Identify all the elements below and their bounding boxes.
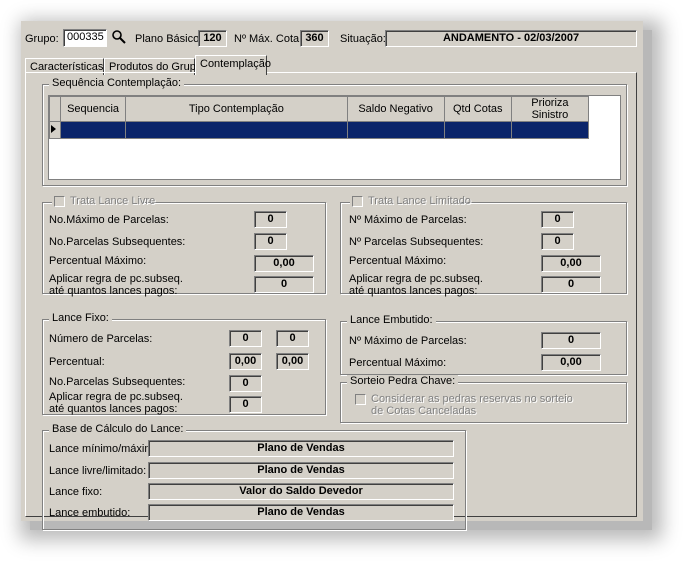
lance-embutido-max-parcelas-value: 0 — [541, 332, 601, 349]
sequencia-title: Sequência Contemplação: — [49, 77, 185, 89]
lance-fixo-parcelas-subseq-value: 0 — [229, 375, 262, 392]
lance-livre-regra-label-1: Aplicar regra de pc.subseq. — [49, 273, 183, 285]
table-cell[interactable] — [443, 121, 512, 139]
lance-livre-max-parcelas-value: 0 — [254, 211, 287, 228]
base-calculo-value-lance-fixo: Valor do Saldo Devedor — [148, 483, 454, 500]
lance-fixo-group: Lance Fixo: Número de Parcelas: 0 0 Perc… — [42, 312, 326, 415]
tab-contemplacao[interactable]: Contemplação — [195, 55, 271, 75]
lance-embutido-percentual-value: 0,00 — [541, 354, 601, 371]
base-calculo-group: Base de Cálculo do Lance: Lance mínimo/m… — [42, 423, 466, 530]
lance-livre-regra-label-2: até quantos lances pagos: — [49, 285, 178, 297]
base-calculo-value-lance-livre: Plano de Vendas — [148, 462, 454, 479]
grupo-label: Grupo: — [25, 33, 59, 45]
table-cell[interactable] — [346, 121, 445, 139]
lance-limitado-max-parcelas-value: 0 — [541, 211, 574, 228]
lance-fixo-percentual-label: Percentual: — [49, 356, 105, 368]
base-calculo-label-lance-fixo: Lance fixo: — [49, 486, 103, 498]
lance-fixo-num-parcelas-label: Número de Parcelas: — [49, 333, 153, 345]
column-header-tipo-contemplacao[interactable]: Tipo Contemplação — [125, 96, 348, 122]
lance-livre-checkbox[interactable] — [54, 196, 65, 207]
lance-livre-header: Trata Lance Livre — [52, 195, 155, 209]
lance-fixo-percentual-2: 0,00 — [276, 353, 309, 370]
lance-livre-parcelas-subseq-label: No.Parcelas Subsequentes: — [49, 236, 186, 248]
lance-limitado-max-parcelas-label: Nº Máximo de Parcelas: — [349, 214, 467, 226]
search-icon[interactable] — [111, 29, 127, 45]
sequencia-table: Sequencia Tipo Contemplação Saldo Negati… — [48, 96, 590, 139]
situacao-value: ANDAMENTO - 02/03/2007 — [385, 30, 637, 47]
base-calculo-label-lance-livre: Lance livre/limitado: — [49, 465, 147, 477]
lance-livre-title: Trata Lance Livre — [70, 195, 156, 207]
lance-fixo-title: Lance Fixo: — [49, 312, 112, 324]
table-row[interactable] — [48, 121, 590, 139]
base-calculo-value-lance-min-max: Plano de Vendas — [148, 440, 454, 457]
lance-limitado-regra-value: 0 — [541, 276, 601, 293]
lance-fixo-percentual-1: 0,00 — [229, 353, 262, 370]
lance-limitado-regra-label-1: Aplicar regra de pc.subseq. — [349, 273, 483, 285]
lance-fixo-regra-label-1: Aplicar regra de pc.subseq. — [49, 391, 183, 403]
lance-fixo-num-parcelas-1: 0 — [229, 330, 262, 347]
grupo-input[interactable]: 000335 — [63, 29, 107, 47]
lance-livre-regra-value: 0 — [254, 276, 314, 293]
lance-limitado-checkbox[interactable] — [352, 196, 363, 207]
situacao-label: Situação: — [340, 33, 386, 45]
lance-limitado-title: Trata Lance Limitado — [368, 195, 471, 207]
lance-embutido-percentual-label: Percentual Máximo: — [349, 357, 447, 369]
lance-fixo-parcelas-subseq-label: No.Parcelas Subsequentes: — [49, 376, 186, 388]
lance-livre-parcelas-subseq-value: 0 — [254, 233, 287, 250]
lance-livre-max-parcelas-label: No.Máximo de Parcelas: — [49, 214, 169, 226]
lance-fixo-num-parcelas-2: 0 — [276, 330, 309, 347]
column-header-sequencia[interactable]: Sequencia — [60, 96, 127, 122]
base-calculo-title: Base de Cálculo do Lance: — [49, 423, 187, 435]
base-calculo-value-lance-embutido: Plano de Vendas — [148, 504, 454, 521]
lance-livre-percentual-label: Percentual Máximo: — [49, 255, 147, 267]
lance-limitado-header: Trata Lance Limitado — [350, 195, 471, 209]
contemplacao-window: Grupo: 000335 Plano Básico: 120 Nº Máx. … — [21, 21, 643, 530]
sorteio-check-label-1: Considerar as pedras reservas no sorteio — [371, 393, 573, 405]
lance-limitado-percentual-label: Percentual Máximo: — [349, 255, 447, 267]
max-cota-value: 360 — [300, 30, 329, 47]
lance-livre-group: Trata Lance Livre No.Máximo de Parcelas:… — [42, 195, 326, 297]
sorteio-title: Sorteio Pedra Chave: — [347, 375, 459, 387]
indicator-header — [48, 96, 62, 122]
sequencia-grid[interactable]: Sequencia Tipo Contemplação Saldo Negati… — [48, 95, 621, 180]
table-header-row: Sequencia Tipo Contemplação Saldo Negati… — [48, 96, 590, 122]
tab-page-contemplacao: Sequência Contemplação: Sequencia Tipo C… — [25, 72, 637, 530]
lance-livre-percentual-value: 0,00 — [254, 255, 314, 272]
plano-basico-label: Plano Básico: — [135, 33, 203, 45]
base-calculo-label-lance-embutido: Lance embutido: — [49, 507, 131, 519]
max-cota-label: Nº Máx. Cota: — [234, 33, 303, 45]
table-cell[interactable] — [125, 121, 348, 139]
table-cell[interactable] — [60, 121, 127, 139]
lance-fixo-regra-value: 0 — [229, 396, 262, 413]
table-cell[interactable] — [510, 121, 590, 139]
plano-basico-value: 120 — [198, 30, 227, 47]
sorteio-checkbox[interactable] — [355, 394, 366, 405]
lance-embutido-group: Lance Embutido: Nº Máximo de Parcelas: 0… — [340, 314, 627, 375]
lance-limitado-group: Trata Lance Limitado Nº Máximo de Parcel… — [340, 195, 627, 297]
lance-embutido-title: Lance Embutido: — [347, 314, 436, 326]
lance-limitado-parcelas-subseq-value: 0 — [541, 233, 574, 250]
lance-limitado-percentual-value: 0,00 — [541, 255, 601, 272]
sequencia-group: Sequência Contemplação: Sequencia Tipo C… — [42, 77, 627, 186]
sorteio-check-label-2: de Cotas Canceladas — [371, 405, 477, 417]
lance-limitado-parcelas-subseq-label: Nº Parcelas Subsequentes: — [349, 236, 484, 248]
lance-fixo-regra-label-2: até quantos lances pagos: — [49, 403, 178, 415]
lance-embutido-max-parcelas-label: Nº Máximo de Parcelas: — [349, 335, 467, 347]
column-header-qtd-cotas[interactable]: Qtd Cotas — [443, 96, 512, 122]
lance-limitado-regra-label-2: até quantos lances pagos: — [349, 285, 478, 297]
row-indicator-icon — [48, 121, 62, 139]
column-header-prioriza-sinistro[interactable]: Prioriza Sinistro — [510, 96, 590, 122]
sorteio-group: Sorteio Pedra Chave: Considerar as pedra… — [340, 375, 627, 423]
base-calculo-label-lance-min-max: Lance mínimo/máximo: — [49, 443, 163, 455]
column-header-saldo-negativo[interactable]: Saldo Negativo — [346, 96, 445, 122]
